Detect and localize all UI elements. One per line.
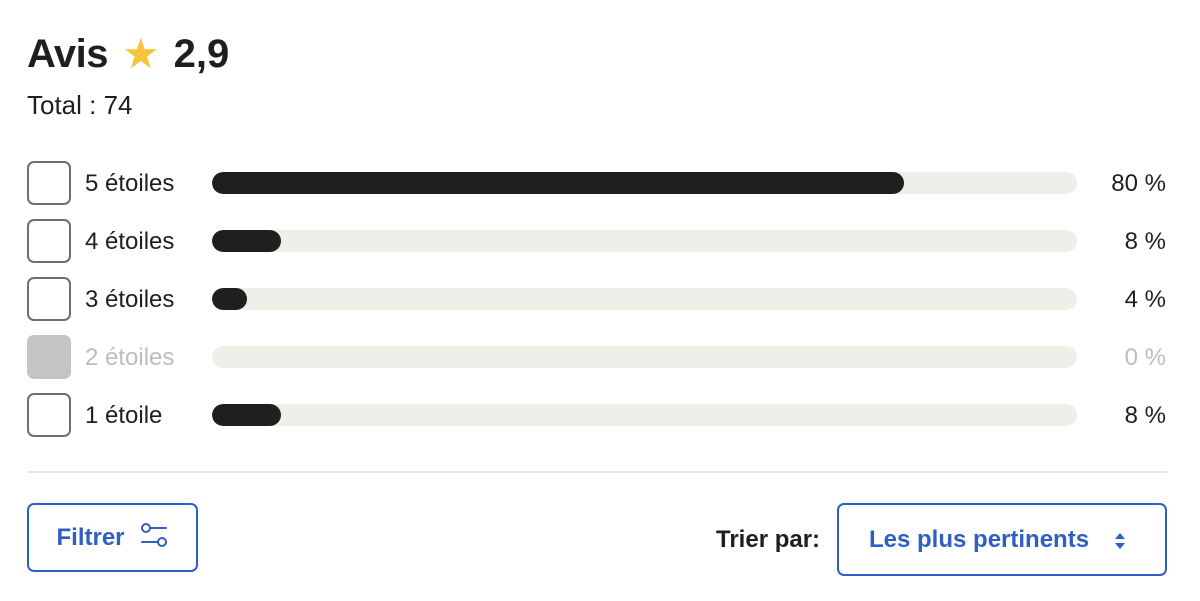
sort-select[interactable]: Les plus pertinents (837, 503, 1167, 576)
rating-percent-3: 4 % (1124, 286, 1166, 313)
rating-row-3[interactable]: 3 étoiles 4 % (27, 277, 1167, 321)
rating-label-2: 2 étoiles (85, 344, 175, 371)
average-rating: 2,9 (173, 31, 230, 76)
filter-sliders-icon[interactable] (139, 520, 169, 555)
rating-label-1[interactable]: 1 étoile (85, 402, 162, 430)
rating-label-3[interactable]: 3 étoiles (85, 286, 174, 314)
rating-checkbox-2 (27, 335, 71, 379)
rating-breakdown: 5 étoiles 80 % 4 étoiles 8 % 3 étoiles 4… (27, 161, 1167, 451)
rating-bar-2 (212, 346, 1077, 368)
page-title: Avis (27, 31, 109, 76)
rating-percent-2: 0 % (1124, 344, 1166, 371)
total-reviews: Total : 74 (27, 90, 133, 120)
rating-bar-fill-1 (212, 404, 281, 426)
rating-row-4[interactable]: 4 étoiles 8 % (27, 219, 1167, 263)
rating-checkbox-5[interactable] (27, 161, 71, 205)
rating-bar-4 (212, 230, 1077, 252)
filter-button-label[interactable]: Filtrer (56, 524, 124, 552)
rating-bar-1 (212, 404, 1077, 426)
rating-label-4[interactable]: 4 étoiles (85, 228, 174, 256)
filter-button[interactable]: Filtrer (27, 503, 198, 572)
rating-bar-5 (212, 172, 1077, 194)
rating-checkbox-1[interactable] (27, 393, 71, 437)
reviews-header: Avis ★ 2,9 (27, 28, 229, 80)
rating-percent-5: 80 % (1111, 170, 1166, 197)
rating-checkbox-3[interactable] (27, 277, 71, 321)
sort-arrows-icon[interactable] (1113, 529, 1127, 553)
rating-bar-fill-3 (212, 288, 247, 310)
sort-selected-value[interactable]: Les plus pertinents (869, 526, 1089, 554)
divider (27, 471, 1167, 473)
sort-label: Trier par: (716, 526, 821, 553)
rating-bar-fill-5 (212, 172, 904, 194)
rating-checkbox-4[interactable] (27, 219, 71, 263)
rating-row-1[interactable]: 1 étoile 8 % (27, 393, 1167, 437)
rating-label-5[interactable]: 5 étoiles (85, 170, 174, 198)
rating-percent-1: 8 % (1124, 402, 1166, 429)
rating-percent-4: 8 % (1124, 228, 1166, 255)
rating-row-2: 2 étoiles 0 % (27, 335, 1167, 379)
star-icon: ★ (122, 30, 160, 77)
rating-bar-3 (212, 288, 1077, 310)
rating-bar-fill-4 (212, 230, 281, 252)
rating-row-5[interactable]: 5 étoiles 80 % (27, 161, 1167, 205)
